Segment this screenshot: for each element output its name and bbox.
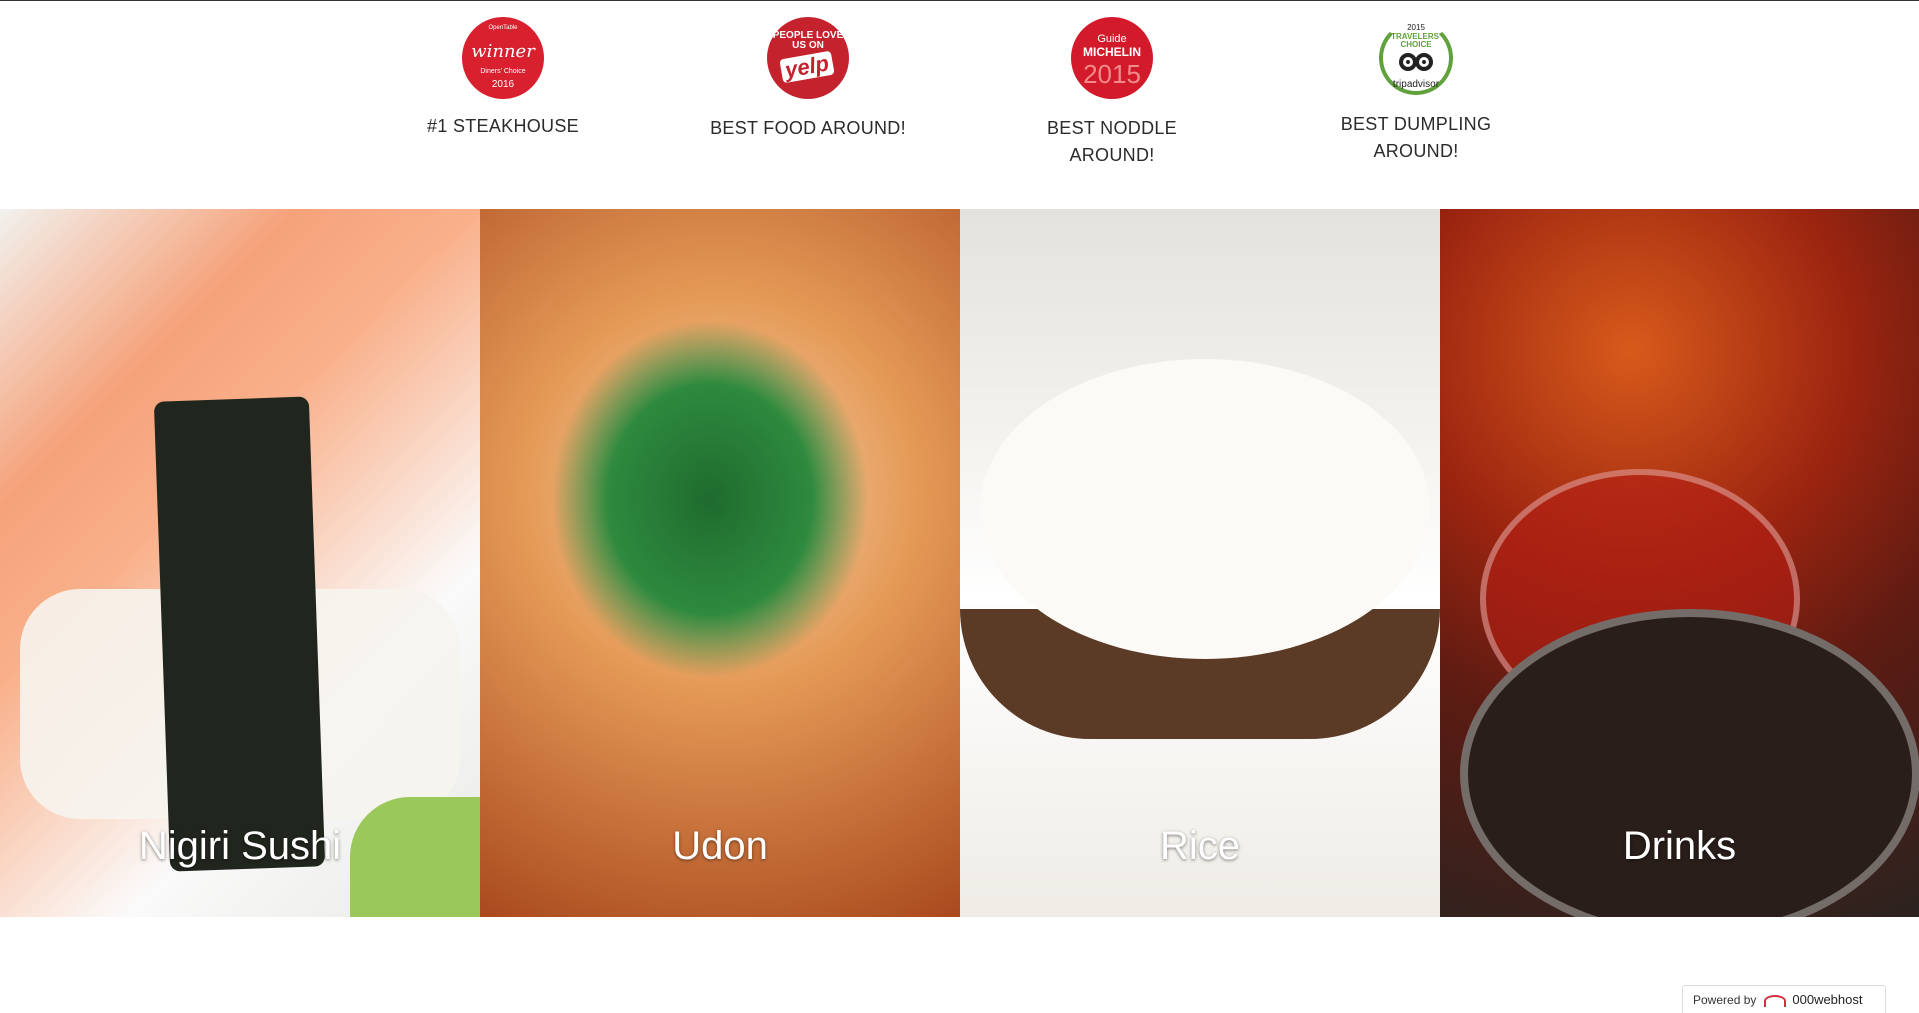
badge-text: tripadvisor	[1392, 79, 1440, 90]
award-yelp: PEOPLE LOVE US ON yelp BEST FOOD AROUND!	[688, 17, 928, 142]
badge-text: yelp	[779, 50, 835, 84]
award-label: #1 STEAKHOUSE	[427, 116, 579, 136]
badge-text: TRAVELERS' CHOICE	[1391, 32, 1441, 49]
badge-text: 2015	[1083, 59, 1141, 89]
tile-caption: Rice	[1159, 824, 1241, 868]
tripadvisor-badge: 2015 TRAVELERS' CHOICE tripadvisor	[1375, 17, 1457, 99]
michelin-guide-badge: Guide MICHELIN 2015	[1071, 17, 1153, 99]
000webhost-logo-icon	[1764, 993, 1787, 1007]
award-label: BEST NODDLE AROUND!	[1046, 118, 1177, 165]
food-gallery: Nigiri Sushi Udon Rice Drinks	[0, 209, 1919, 917]
badge-text: MICHELIN	[1083, 45, 1141, 59]
tea-leaves-bowl-image	[1460, 609, 1919, 917]
award-tripadvisor: 2015 TRAVELERS' CHOICE tripadvisor BEST …	[1296, 17, 1536, 165]
badge-text: Diners' Choice	[480, 68, 526, 75]
powered-by-badge[interactable]: Powered by 000webhost	[1682, 985, 1886, 1013]
owl-icon	[1399, 53, 1433, 73]
badge-text: PEOPLE LOVE US ON	[772, 30, 844, 51]
badge-text: winner	[471, 41, 535, 62]
powered-by-brand: 000webhost	[1792, 992, 1863, 1007]
awards-section: OpenTable winner Diners' Choice 2016 #1 …	[0, 1, 1919, 209]
rice-image	[980, 359, 1430, 659]
award-label: BEST DUMPLING AROUND!	[1340, 114, 1492, 161]
udon-image	[550, 319, 870, 679]
tile-caption: Nigiri Sushi	[138, 824, 342, 868]
gallery-tile-drinks[interactable]: Drinks	[1440, 209, 1919, 917]
tile-caption: Udon	[672, 824, 768, 868]
award-opentable: OpenTable winner Diners' Choice 2016 #1 …	[383, 17, 623, 140]
award-michelin: Guide MICHELIN 2015 BEST NODDLE AROUND!	[992, 17, 1232, 169]
gallery-tile-rice[interactable]: Rice	[960, 209, 1440, 917]
yelp-badge: PEOPLE LOVE US ON yelp	[767, 17, 849, 99]
gallery-tile-udon[interactable]: Udon	[480, 209, 960, 917]
opentable-winner-badge: OpenTable winner Diners' Choice 2016	[462, 17, 544, 99]
badge-text: 2015	[1407, 23, 1425, 32]
award-label: BEST FOOD AROUND!	[710, 118, 906, 138]
gallery-tile-nigiri-sushi[interactable]: Nigiri Sushi	[0, 209, 480, 917]
powered-by-label: Powered by	[1693, 992, 1757, 1007]
nori-image	[153, 396, 326, 872]
badge-text: OpenTable	[488, 25, 518, 31]
badge-text: 2016	[491, 79, 515, 90]
tile-caption: Drinks	[1622, 824, 1737, 868]
badge-text: Guide	[1097, 33, 1127, 45]
